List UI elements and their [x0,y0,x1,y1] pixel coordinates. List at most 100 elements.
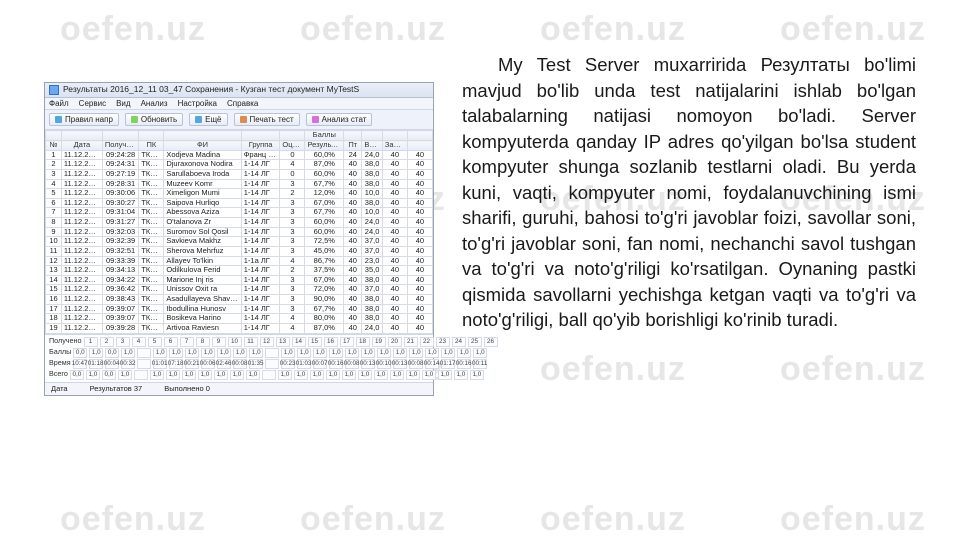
footer-cell: 1,0 [329,348,343,358]
table-row[interactable]: 211.12.201609:24:31ТК_10Djuraxonova Nodi… [46,160,433,170]
table-row[interactable]: 711.12.201609:31:04ТК_14Abessova Aziza1-… [46,208,433,218]
column-header[interactable]: Дата [61,141,102,151]
table-cell: ТК_13 [139,150,164,160]
table-cell: 40 [382,150,407,160]
column-header[interactable]: Результат% [305,141,344,151]
table-cell: 09:32:51 [102,246,138,256]
footer-cell: 1 [84,337,98,347]
table-cell: Marione Inj ris [164,275,241,285]
column-header[interactable]: Получено [102,141,138,151]
toolbar-label: Печать тест [250,115,294,124]
column-header[interactable]: Оценка [280,141,305,151]
table-superheader: Баллы [46,131,433,141]
table-cell: 3 [280,208,305,218]
toolbar-button[interactable]: Правил напр [49,113,119,126]
table-row[interactable]: 111.12.201609:24:28ТК_13Xodjeva MadinaФр… [46,150,433,160]
menu-item[interactable]: Справка [227,99,258,108]
table-cell: 40 [407,169,432,179]
table-cell: 40 [407,323,432,333]
table-row[interactable]: 311.12.201609:27:19ТК_19Sarullaboeva Iro… [46,169,433,179]
footer-cell: 0,0 [73,348,87,358]
column-header[interactable]: Задано [382,141,407,151]
table-cell: 67,0% [305,275,344,285]
table-row[interactable]: 1911.12.201609:39:28ТК_07Artivoa Raviesn… [46,323,433,333]
table-cell: 40 [407,237,432,247]
table-cell: 5 [46,189,62,199]
table-cell: 11.12.2016 [61,169,102,179]
table-row[interactable]: 1211.12.201609:33:39ТК_01Allayev To'lkin… [46,256,433,266]
table-cell: 40 [344,179,362,189]
menu-item[interactable]: Настройка [178,99,217,108]
table-cell: 40 [344,266,362,276]
table-cell: 67,0% [305,198,344,208]
table-cell: 38,0 [362,275,382,285]
toolbar-button[interactable]: Ещё [189,113,227,126]
table-cell: 40 [407,295,432,305]
table-cell: 40 [344,227,362,237]
table-row[interactable]: 1611.12.201609:38:43ТК_11Asadullayeva Sh… [46,295,433,305]
menu-item[interactable]: Файл [49,99,69,108]
footer-cell: 10 [228,337,242,347]
menu-item[interactable]: Сервис [79,99,106,108]
table-cell: 11.12.2016 [61,304,102,314]
toolbar-button[interactable]: Анализ стат [306,113,373,126]
table-row[interactable]: 1311.12.201609:34:13ТК_20Odilkulova Feri… [46,266,433,276]
footer-cell: 00:14 [425,359,439,369]
table-row[interactable]: 1411.12.201609:34:22ТК_25Marione Inj ris… [46,275,433,285]
toolbar-icon [195,116,202,123]
column-header[interactable] [407,141,432,151]
table-cell: ТК_19 [139,169,164,179]
table-cell: 10,0 [362,208,382,218]
footer-cell: 00:13 [361,359,375,369]
table-cell: 1-14 ЛГ [241,285,280,295]
menu-item[interactable]: Анализ [141,99,168,108]
table-cell: 3 [280,218,305,228]
table-row[interactable]: 1111.12.201609:32:51ТК_04Sherova Mehrfuz… [46,246,433,256]
table-cell: 67,7% [305,304,344,314]
table-row[interactable]: 911.12.201609:32:03ТК_06Suromov Sol Qosi… [46,227,433,237]
footer-cell: 1,0 [425,348,439,358]
table-cell: 38,0 [362,169,382,179]
footer-cell [265,359,279,369]
menu-item[interactable]: Вид [116,99,130,108]
app-menubar: Файл Сервис Вид Анализ Настройка Справка [45,98,433,110]
column-header[interactable]: Пт [344,141,362,151]
toolbar-button[interactable]: Обновить [125,113,183,126]
table-cell: 80,0% [305,314,344,324]
table-cell: 1-14 ЛГ [241,304,280,314]
column-header[interactable]: Вопр [362,141,382,151]
table-row[interactable]: 811.12.201609:31:27ТК_08O'talanova Zr1-1… [46,218,433,228]
table-row[interactable]: 411.12.201609:28:31ТК_19Muzeev Komr1-14 … [46,179,433,189]
column-header[interactable]: № [46,141,62,151]
table-cell: 7 [46,208,62,218]
column-header[interactable]: ПК [139,141,164,151]
table-row[interactable]: 1011.12.201609:32:39ТК_17Savkieva Makhz1… [46,237,433,247]
table-row[interactable]: 611.12.201609:30:27ТК_07Saipova Hurliqo1… [46,198,433,208]
table-cell: 09:30:27 [102,198,138,208]
table-row[interactable]: 1711.12.201609:39:07ТК_23Ibodullina Huno… [46,304,433,314]
table-cell: ТК_19 [139,179,164,189]
column-header[interactable]: Группа [241,141,280,151]
table-cell: 15 [46,285,62,295]
toolbar-label: Обновить [141,115,177,124]
table-cell: ТК_23 [139,285,164,295]
table-row[interactable]: 1811.12.201609:39:07ТК_18Bosikeva Harino… [46,314,433,324]
table-row[interactable]: 1511.12.201609:36:42ТК_23Unissov Oxit ra… [46,285,433,295]
toolbar-icon [312,116,319,123]
column-header[interactable]: ФИ [164,141,241,151]
app-titlebar: Результаты 2016_12_11 03_47 Сохранения -… [45,83,433,98]
footer-cell: 8 [196,337,210,347]
table-cell: 1-14 ЛГ [241,266,280,276]
table-cell: 40 [407,160,432,170]
table-cell: 09:33:39 [102,256,138,266]
table-cell: 40 [382,208,407,218]
table-cell: Asadullayeva Shavnoza [164,295,241,305]
table-cell: 24,0 [362,227,382,237]
table-cell: 09:30:06 [102,189,138,199]
table-cell: 09:34:13 [102,266,138,276]
table-row[interactable]: 511.12.201609:30:06ТК_13Ximeligon Mumi1-… [46,189,433,199]
toolbar-button[interactable]: Печать тест [234,113,300,126]
table-cell: 4 [46,179,62,189]
footer-cell: 1,0 [182,370,196,380]
table-cell: 09:36:42 [102,285,138,295]
